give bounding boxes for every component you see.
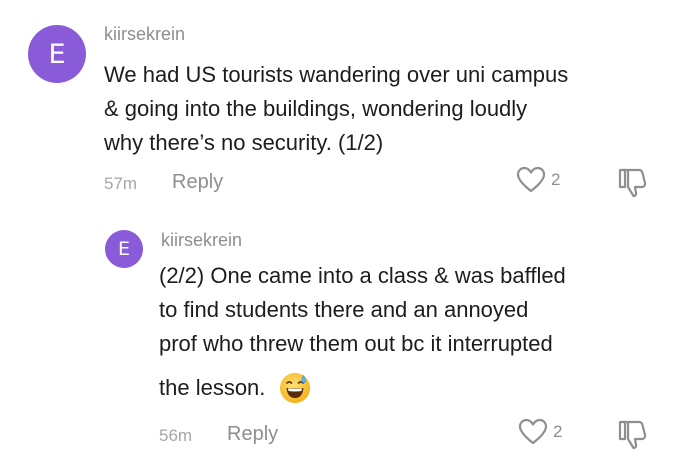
- comment-text-line: the lesson.: [159, 375, 266, 400]
- thumbs-down-outline-icon: [618, 420, 647, 450]
- grinning-face-with-sweat-emoji: [280, 373, 311, 403]
- heart-outline-icon: [518, 418, 548, 445]
- like-button[interactable]: 2: [516, 166, 560, 194]
- dislike-button[interactable]: [617, 166, 649, 198]
- comment-text-last-line: the lesson.: [159, 372, 311, 404]
- comment-username[interactable]: kiirsekrein: [161, 230, 242, 251]
- like-count: 2: [551, 170, 561, 189]
- dislike-button[interactable]: [617, 418, 649, 450]
- reply-button[interactable]: Reply: [227, 423, 278, 446]
- like-button[interactable]: 2: [518, 418, 562, 446]
- comment-timestamp: 57m: [104, 174, 138, 193]
- comment-username[interactable]: kiirsekrein: [104, 24, 185, 45]
- comment-text: (2/2) One came into a class & was baffle…: [159, 263, 566, 356]
- like-count: 2: [553, 422, 563, 441]
- comment-text: We had US tourists wandering over uni ca…: [104, 62, 569, 155]
- comment-timestamp: 56m: [159, 426, 193, 445]
- reply-button[interactable]: Reply: [172, 171, 223, 194]
- avatar[interactable]: E: [28, 25, 86, 83]
- thumbs-down-outline-icon: [618, 168, 647, 198]
- avatar[interactable]: E: [105, 230, 143, 268]
- heart-outline-icon: [516, 166, 546, 193]
